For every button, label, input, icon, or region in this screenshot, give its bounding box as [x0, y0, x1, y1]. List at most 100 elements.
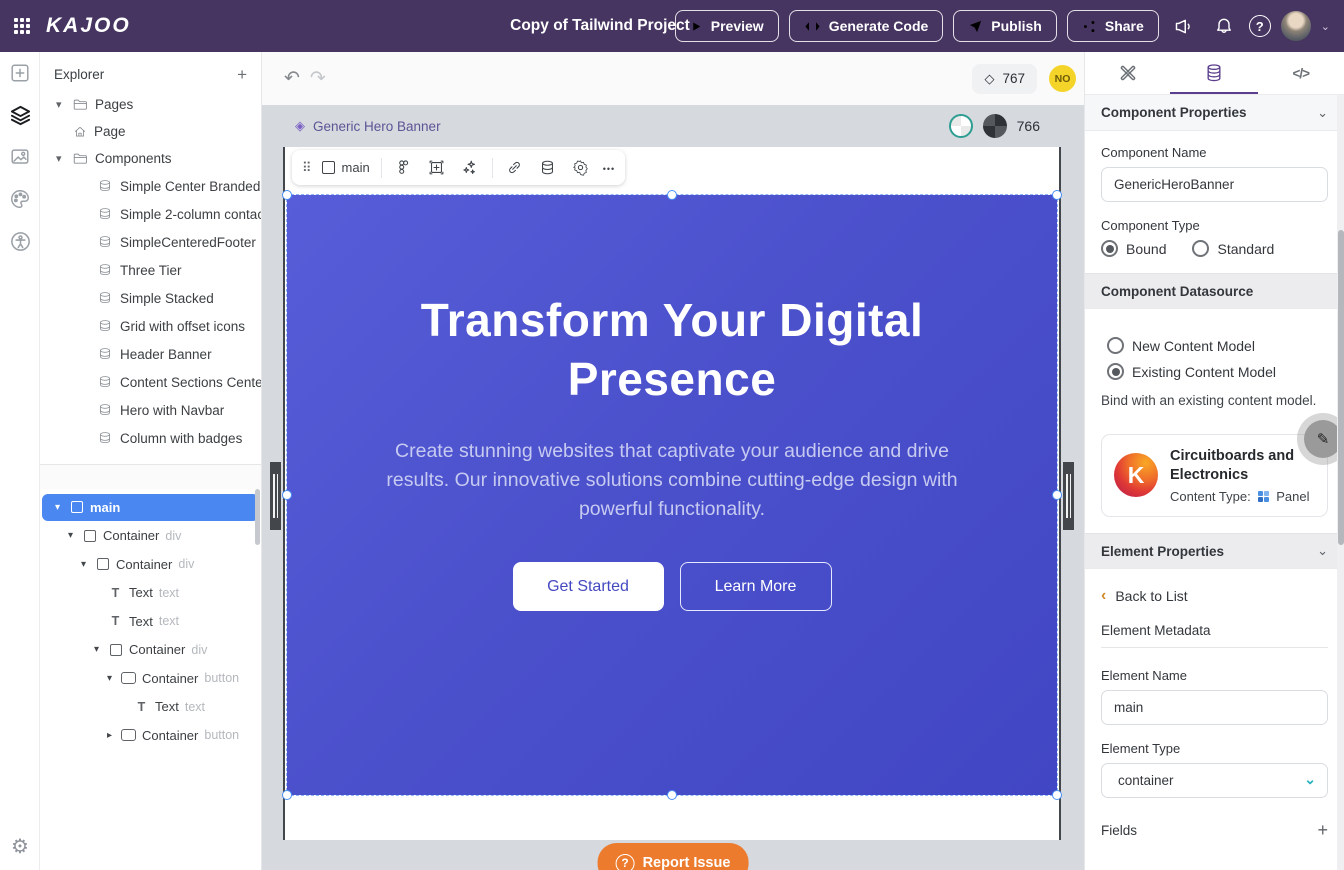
theme-palette-icon[interactable]	[0, 178, 40, 220]
tree-caret-icon[interactable]: ▸	[104, 730, 115, 741]
selection-handle[interactable]	[282, 790, 292, 800]
hero-banner-component[interactable]: Transform Your Digital Presence Create s…	[287, 195, 1057, 795]
user-menu-chevron-icon[interactable]: ⌄	[1321, 20, 1330, 33]
selection-handle[interactable]	[667, 190, 677, 200]
tree-row[interactable]: ▾ Container div	[42, 551, 259, 578]
add-component-icon[interactable]	[0, 52, 40, 94]
canvas-resize-grip-left[interactable]	[270, 462, 281, 530]
component-list-item[interactable]: Column with badges	[40, 424, 261, 452]
radio-new-content-model[interactable]: New Content Model	[1107, 337, 1328, 354]
user-avatar[interactable]	[1281, 11, 1311, 41]
frame-select-icon[interactable]	[426, 157, 448, 179]
add-field-icon[interactable]	[1317, 820, 1328, 841]
dark-theme-toggle[interactable]	[983, 114, 1007, 138]
inspector-scrollbar-thumb[interactable]	[1338, 230, 1344, 545]
light-theme-toggle[interactable]	[949, 114, 973, 138]
selection-handle[interactable]	[1052, 790, 1062, 800]
media-library-icon[interactable]	[0, 136, 40, 178]
component-datasource-header[interactable]: Component Datasource	[1085, 273, 1344, 309]
app-grid-icon[interactable]	[14, 18, 30, 34]
tree-caret-icon[interactable]: ▾	[78, 559, 89, 570]
component-breadcrumb[interactable]: Generic Hero Banner	[295, 118, 441, 134]
component-name-input[interactable]	[1101, 167, 1328, 202]
explorer-add-icon[interactable]	[237, 66, 247, 83]
learn-more-button[interactable]: Learn More	[680, 562, 832, 611]
pages-folder-row[interactable]: Pages	[40, 91, 261, 118]
inspector-scrollbar-track[interactable]	[1337, 95, 1344, 870]
report-issue-button[interactable]: Report Issue	[598, 843, 749, 870]
tab-data[interactable]	[1171, 52, 1257, 94]
undo-icon[interactable]	[284, 67, 300, 90]
notifications-bell-icon[interactable]	[1209, 11, 1239, 41]
selection-handle[interactable]	[667, 790, 677, 800]
selection-handle[interactable]	[282, 190, 292, 200]
component-list-item[interactable]: Grid with offset icons	[40, 312, 261, 340]
component-list-item[interactable]: Three Tier	[40, 256, 261, 284]
drag-handle-icon[interactable]	[302, 160, 311, 176]
tab-styles[interactable]	[1085, 52, 1171, 94]
back-to-list-button[interactable]: Back to List	[1085, 569, 1344, 609]
get-started-button[interactable]: Get Started	[513, 562, 664, 611]
tree-caret-icon[interactable]: ▾	[104, 673, 115, 684]
caret-down-icon[interactable]	[56, 152, 66, 165]
help-icon[interactable]: ?	[1249, 15, 1271, 37]
element-type-select[interactable]	[1101, 763, 1328, 798]
tree-scrollbar[interactable]	[255, 489, 260, 545]
accessibility-icon[interactable]	[0, 220, 40, 262]
radio-bound[interactable]: Bound	[1101, 240, 1166, 257]
component-list-item[interactable]: Hero with Navbar	[40, 396, 261, 424]
component-list-item[interactable]: Simple 2-column contact s...	[40, 200, 261, 228]
tab-code[interactable]	[1258, 52, 1344, 94]
selection-handle[interactable]	[1052, 490, 1062, 500]
component-diamond-icon	[295, 118, 305, 134]
element-name-input[interactable]	[1101, 690, 1328, 725]
canvas-resize-grip-right[interactable]	[1063, 462, 1074, 530]
selection-handle[interactable]	[282, 490, 292, 500]
datasource-card[interactable]: K Circuitboards and Electronics Content …	[1101, 434, 1328, 517]
chevron-down-icon	[1317, 543, 1328, 559]
page-row[interactable]: Page	[40, 118, 261, 145]
caret-down-icon[interactable]	[56, 98, 66, 111]
component-list-item[interactable]: Simple Stacked	[40, 284, 261, 312]
tree-row[interactable]: ▸ Container button	[42, 722, 259, 749]
component-properties-header[interactable]: Component Properties	[1085, 95, 1344, 131]
design-import-icon[interactable]	[393, 157, 415, 179]
back-to-list-label: Back to List	[1115, 588, 1187, 604]
element-properties-header[interactable]: Element Properties	[1085, 533, 1344, 569]
settings-gear-icon[interactable]: ⚙	[0, 828, 40, 864]
tree-row[interactable]: Text text	[42, 693, 259, 720]
tree-row[interactable]: Text text	[42, 608, 259, 635]
radio-standard[interactable]: Standard	[1192, 240, 1274, 257]
component-list-item[interactable]: Content Sections Centered	[40, 368, 261, 396]
tree-row[interactable]: ▾ main	[42, 494, 259, 521]
tree-caret-icon[interactable]: ▾	[65, 530, 76, 541]
redo-icon[interactable]	[310, 67, 326, 90]
tree-row[interactable]: ▾ Container button	[42, 665, 259, 692]
component-list-item[interactable]: Simple Center Branded	[40, 172, 261, 200]
tree-row[interactable]: Text text	[42, 579, 259, 606]
layers-panel-icon[interactable]	[0, 94, 40, 136]
link-icon[interactable]	[504, 157, 526, 179]
components-folder-row[interactable]: Components	[40, 145, 261, 172]
breakpoint-selector[interactable]: 767	[972, 64, 1037, 94]
datasource-icon[interactable]	[537, 157, 559, 179]
tree-caret-icon[interactable]: ▾	[52, 502, 63, 513]
selected-element-chip[interactable]: main	[322, 160, 370, 175]
selection-handle[interactable]	[1052, 190, 1062, 200]
element-type-value[interactable]	[1101, 763, 1328, 798]
publish-button[interactable]: Publish	[953, 10, 1057, 42]
component-list-item[interactable]: Header Banner	[40, 340, 261, 368]
more-options-icon[interactable]	[603, 159, 615, 176]
share-button[interactable]: Share	[1067, 10, 1159, 42]
preview-button[interactable]: Preview	[675, 10, 779, 42]
ai-sparkles-icon[interactable]	[459, 157, 481, 179]
tree-caret-icon[interactable]: ▾	[91, 644, 102, 655]
tree-row[interactable]: ▾ Container div	[42, 636, 259, 663]
element-settings-gear-icon[interactable]	[570, 157, 592, 179]
radio-existing-content-model[interactable]: Existing Content Model	[1107, 363, 1328, 380]
announcements-icon[interactable]	[1169, 11, 1199, 41]
component-list-item[interactable]: SimpleCenteredFooter	[40, 228, 261, 256]
device-badge[interactable]: NO	[1049, 65, 1076, 92]
tree-row[interactable]: ▾ Container div	[42, 522, 259, 549]
generate-code-button[interactable]: Generate Code	[789, 10, 944, 42]
